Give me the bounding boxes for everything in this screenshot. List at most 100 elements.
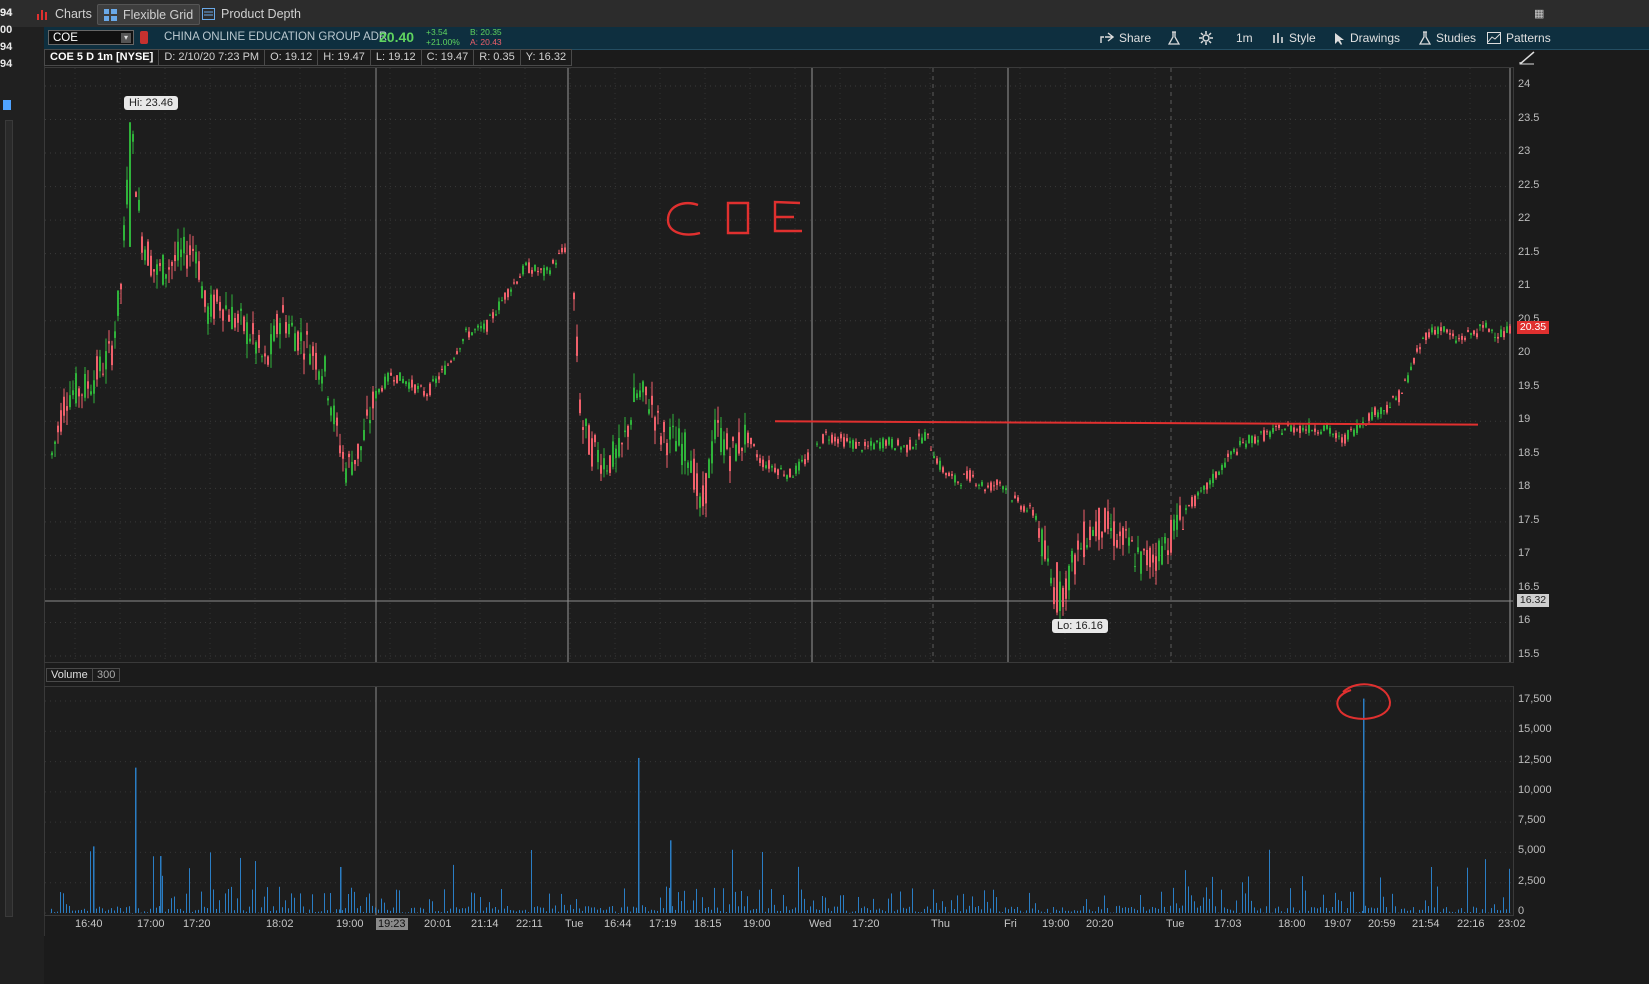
volume-bar bbox=[1080, 910, 1081, 913]
volume-bar bbox=[522, 910, 523, 913]
candle-body bbox=[837, 438, 839, 444]
volume-bar bbox=[1434, 907, 1435, 913]
volume-bar bbox=[630, 911, 631, 913]
candle-body bbox=[1071, 550, 1073, 563]
candle-body bbox=[528, 262, 530, 274]
studies-button[interactable]: Studies bbox=[1419, 27, 1476, 49]
volume-bar bbox=[633, 906, 634, 913]
volume-bar bbox=[705, 908, 706, 913]
volume-bar bbox=[1230, 909, 1231, 913]
candle-body bbox=[231, 306, 233, 330]
volume-bar bbox=[267, 887, 268, 913]
share-button[interactable]: Share bbox=[1100, 27, 1151, 49]
volume-bar bbox=[1095, 911, 1096, 913]
volume-bar bbox=[1182, 905, 1183, 913]
candle-body bbox=[1221, 465, 1223, 471]
price-tick-label: 15.5 bbox=[1518, 648, 1540, 660]
link-color-icon[interactable] bbox=[140, 31, 148, 44]
candle-body bbox=[1281, 433, 1283, 435]
volume-bar bbox=[1011, 906, 1012, 913]
candle-body bbox=[1083, 521, 1085, 558]
candle-body bbox=[300, 332, 302, 342]
volume-bar bbox=[120, 908, 121, 913]
candle-body bbox=[222, 309, 224, 321]
ask-price: A: 20.43 bbox=[470, 37, 502, 47]
candle-body bbox=[1506, 326, 1508, 333]
candle-body bbox=[72, 390, 74, 396]
candle-body bbox=[1077, 540, 1079, 550]
candle-body bbox=[1428, 332, 1430, 338]
handwritten-coe-drawing[interactable] bbox=[660, 195, 810, 240]
candle-body bbox=[1395, 397, 1397, 401]
candle-body bbox=[552, 260, 554, 264]
price-chart-pane[interactable] bbox=[44, 67, 1514, 663]
candle-body bbox=[351, 461, 353, 475]
candle-body bbox=[504, 292, 506, 300]
settings-button[interactable] bbox=[1199, 27, 1213, 49]
timeframe-button[interactable]: 1m bbox=[1236, 27, 1253, 49]
volume-bar bbox=[321, 911, 322, 913]
price-tick-label: 23.5 bbox=[1518, 111, 1540, 124]
candle-body bbox=[249, 338, 251, 342]
volume-bar bbox=[1161, 891, 1162, 913]
volume-bar bbox=[288, 908, 289, 913]
horizontal-line-drawing[interactable] bbox=[774, 420, 1479, 426]
beaker-button[interactable] bbox=[1168, 27, 1180, 49]
symbol-input[interactable]: COE ▾ bbox=[48, 30, 134, 45]
time-tick-label: Fri bbox=[1004, 918, 1017, 930]
drawings-button[interactable]: Drawings bbox=[1334, 27, 1400, 49]
candle-body bbox=[909, 439, 911, 450]
bar-range: R: 0.35 bbox=[474, 49, 521, 66]
volume-bar bbox=[834, 906, 835, 913]
candle-body bbox=[1014, 495, 1016, 498]
volume-pane[interactable] bbox=[44, 686, 1514, 916]
volume-bar bbox=[732, 849, 733, 913]
volume-bar bbox=[393, 907, 394, 913]
candle-body bbox=[840, 434, 842, 439]
candle-body bbox=[1164, 536, 1166, 544]
tab-charts[interactable]: Charts bbox=[30, 4, 98, 23]
candle-body bbox=[873, 443, 875, 450]
candle-body bbox=[921, 437, 923, 444]
bar-chart-icon bbox=[37, 9, 47, 20]
candle-body bbox=[1128, 537, 1130, 546]
candle-body bbox=[549, 270, 551, 275]
style-button[interactable]: Style bbox=[1272, 27, 1316, 49]
tab-product-depth[interactable]: Product Depth bbox=[196, 4, 307, 23]
candle-body bbox=[702, 485, 704, 507]
left-scroll-marker[interactable] bbox=[3, 100, 11, 110]
candle-body bbox=[558, 253, 560, 255]
candle-body bbox=[606, 470, 608, 472]
candle-body bbox=[1095, 521, 1097, 537]
volume-bar bbox=[1419, 909, 1420, 913]
candle-body bbox=[732, 437, 734, 442]
volume-bar bbox=[1338, 899, 1339, 913]
candle-body bbox=[267, 356, 269, 365]
candle-body bbox=[1086, 545, 1088, 548]
volume-chart-svg[interactable] bbox=[45, 687, 1513, 915]
price-tick-label: 22 bbox=[1518, 212, 1531, 225]
volume-bar bbox=[420, 907, 421, 913]
volume-bar bbox=[1116, 906, 1117, 913]
candle-body bbox=[1371, 411, 1373, 420]
volume-bar bbox=[1449, 911, 1450, 913]
layout-menu-icon[interactable]: ▦ bbox=[1534, 7, 1548, 20]
candle-body bbox=[363, 429, 365, 441]
tab-flexible-grid[interactable]: Flexible Grid bbox=[97, 4, 201, 25]
patterns-button[interactable]: Patterns bbox=[1487, 27, 1551, 49]
left-scrollbar[interactable] bbox=[5, 120, 13, 917]
circle-drawing[interactable] bbox=[1333, 680, 1395, 726]
candle-body bbox=[627, 425, 629, 437]
price-tick-label: 16.5 bbox=[1518, 580, 1540, 593]
time-tick-label: 22:16 bbox=[1457, 918, 1485, 930]
chevron-down-icon[interactable]: ▾ bbox=[121, 33, 131, 43]
volume-bar bbox=[450, 908, 451, 913]
price-axis[interactable]: 24 23.5 23 22.5 22 21.5 21 20.5 20 19.5 19 18.5 18 17… bbox=[1514, 67, 1649, 663]
candle-body bbox=[801, 459, 803, 462]
drawing-tool-icon[interactable] bbox=[1518, 50, 1536, 66]
tab-flexible-grid-label: Flexible Grid bbox=[123, 7, 194, 22]
time-axis[interactable]: 16:40 17:00 17:20 18:02 19:00 19:23 20:01 21:14… bbox=[44, 916, 1526, 936]
volume-bar bbox=[1431, 866, 1432, 913]
volume-bar bbox=[840, 895, 841, 913]
price-chart-svg[interactable] bbox=[45, 68, 1513, 662]
